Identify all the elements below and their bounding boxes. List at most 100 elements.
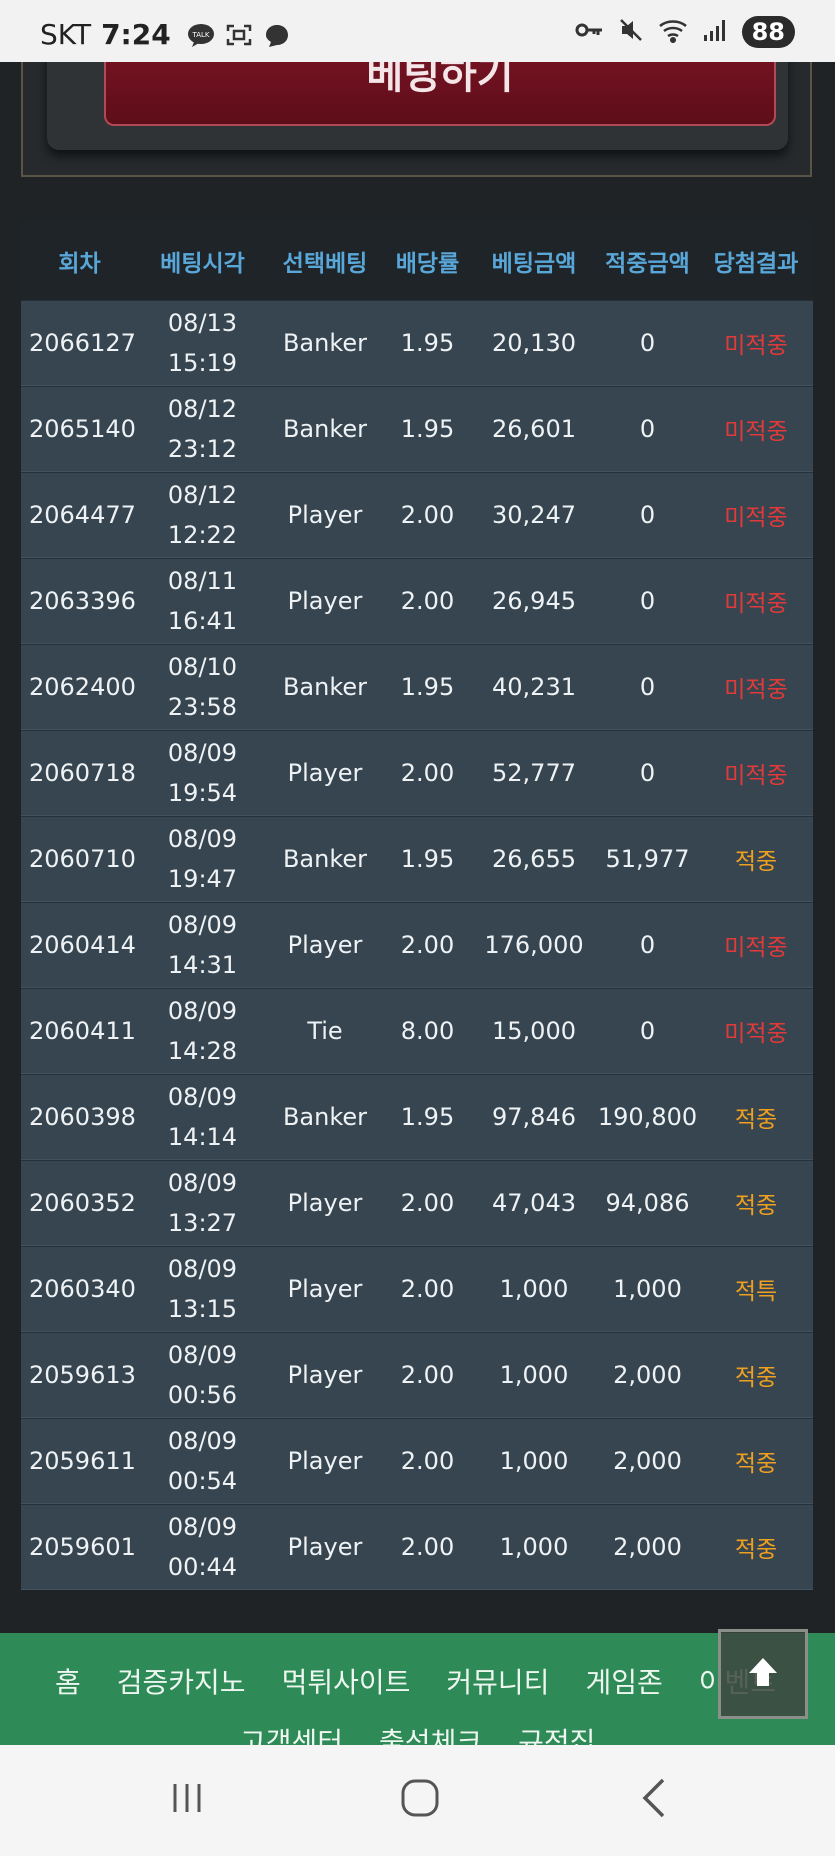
nav-link-customer-center[interactable]: 고객센터 (240, 1721, 343, 1745)
cell-odds: 2.00 (400, 1447, 455, 1475)
cell-result: 적중 (734, 1365, 778, 1391)
cell-bet-amount: 52,777 (492, 759, 576, 787)
bet-date: 08/09 (167, 1341, 238, 1369)
cell-choice: Player (287, 1361, 363, 1389)
cell-round: 2060710 (29, 845, 136, 873)
cell-bet-time: 08/09 19:47 (138, 819, 267, 899)
cell-payout: 0 (639, 931, 656, 959)
nav-link-community[interactable]: 커뮤니티 (446, 1661, 549, 1701)
table-row: 2060710 08/09 19:47 Banker 1.95 26,655 51,977 적… (21, 816, 813, 902)
cell-bet-time: 08/09 14:31 (138, 905, 267, 985)
cell-bet-time: 08/09 13:15 (138, 1249, 267, 1329)
svg-text:TALK: TALK (191, 31, 209, 39)
table-row: 2060352 08/09 13:27 Player 2.00 47,043 94,086 적… (21, 1160, 813, 1246)
cell-result: 미적중 (724, 591, 788, 617)
cell-round: 2059601 (29, 1533, 136, 1561)
scroll-to-top-button[interactable] (718, 1629, 808, 1719)
cell-choice: Player (287, 759, 363, 787)
cell-result: 미적중 (724, 935, 788, 961)
bet-date: 08/09 (167, 911, 238, 939)
header-choice: 선택베팅 (282, 251, 368, 277)
header-bet-time: 베팅시각 (160, 251, 245, 277)
back-button[interactable] (625, 1775, 685, 1825)
cell-choice: Player (287, 1447, 363, 1475)
nav-link-home[interactable]: 홈 (55, 1661, 81, 1701)
bet-date: 08/09 (167, 739, 238, 767)
cell-result: 미적중 (724, 763, 788, 789)
cell-choice: Player (287, 587, 363, 615)
bet-date: 08/09 (167, 1169, 238, 1197)
nav-link-rules[interactable]: 규정집 (518, 1721, 595, 1745)
cell-odds: 1.95 (400, 1103, 455, 1131)
talk-icon: TALK (187, 22, 215, 48)
nav-link-attendance[interactable]: 출석체크 (379, 1721, 482, 1745)
cell-result: 적특 (734, 1279, 778, 1305)
footer-nav-row2: 고객센터 출석체크 규정집 (240, 1721, 595, 1745)
header-round: 회차 (58, 251, 101, 277)
cell-round: 2060340 (29, 1275, 136, 1303)
cell-bet-time: 08/13 15:19 (138, 303, 267, 383)
bet-clock-time: 15:19 (167, 349, 238, 377)
cell-payout: 2,000 (613, 1447, 682, 1475)
cell-round: 2060352 (29, 1189, 136, 1217)
cell-round: 2060718 (29, 759, 136, 787)
bet-date: 08/12 (167, 481, 238, 509)
cell-result: 적중 (734, 1107, 778, 1133)
cell-round: 2059613 (29, 1361, 136, 1389)
cell-bet-amount: 30,247 (492, 501, 576, 529)
cell-payout: 2,000 (613, 1533, 682, 1561)
nav-link-verified-casino[interactable]: 검증카지노 (117, 1661, 246, 1701)
cell-odds: 2.00 (400, 759, 455, 787)
table-row: 2060340 08/09 13:15 Player 2.00 1,000 1,000 적특 (21, 1246, 813, 1332)
cell-bet-time: 08/09 19:54 (138, 733, 267, 813)
cell-payout: 190,800 (597, 1103, 698, 1131)
cell-choice: Player (287, 501, 363, 529)
cell-bet-time: 08/09 00:44 (138, 1507, 267, 1587)
cell-result: 미적중 (724, 677, 788, 703)
bet-date: 08/09 (167, 1255, 238, 1283)
cell-bet-amount: 176,000 (484, 931, 584, 959)
table-row: 2062400 08/10 23:58 Banker 1.95 40,231 0 미적중 (21, 644, 813, 730)
cell-payout: 1,000 (613, 1275, 682, 1303)
table-header: 회차 베팅시각 선택베팅 배당률 베팅금액 적중금액 당첨결과 (21, 222, 813, 300)
home-icon (398, 1776, 442, 1824)
recent-apps-button[interactable] (157, 1775, 217, 1825)
cell-bet-time: 08/09 14:28 (138, 991, 267, 1071)
battery-indicator: 88 (741, 16, 795, 48)
cell-choice: Tie (307, 1017, 343, 1045)
screenshot-icon (225, 22, 253, 48)
cell-odds: 2.00 (400, 1533, 455, 1561)
cell-result: 미적중 (724, 333, 788, 359)
bet-date: 08/12 (167, 395, 238, 423)
cell-round: 2066127 (29, 329, 136, 357)
nav-link-game-zone[interactable]: 게임존 (585, 1661, 662, 1701)
cell-bet-amount: 15,000 (492, 1017, 576, 1045)
bet-clock-time: 00:44 (167, 1553, 238, 1581)
cell-round: 2062400 (29, 673, 136, 701)
nav-link-scam-sites[interactable]: 먹튀사이트 (282, 1661, 411, 1701)
cell-round: 2059611 (29, 1447, 136, 1475)
bet-clock-time: 14:14 (167, 1123, 238, 1151)
cell-payout: 0 (639, 1017, 656, 1045)
signal-icon (702, 18, 728, 46)
cell-odds: 2.00 (400, 501, 455, 529)
bet-clock-time: 19:54 (167, 779, 238, 807)
status-left: SKT 7:24 TALK (40, 18, 291, 51)
cell-bet-amount: 26,945 (492, 587, 576, 615)
table-row: 2059611 08/09 00:54 Player 2.00 1,000 2,000 적중 (21, 1418, 813, 1504)
cell-result: 적중 (734, 849, 778, 875)
home-button[interactable] (390, 1775, 450, 1825)
bet-clock-time: 19:47 (167, 865, 238, 893)
cell-odds: 8.00 (400, 1017, 455, 1045)
cell-result: 적중 (734, 1451, 778, 1477)
cell-payout: 0 (639, 415, 656, 443)
cell-bet-amount: 1,000 (499, 1533, 569, 1561)
cell-odds: 1.95 (400, 673, 455, 701)
back-icon (637, 1776, 673, 1824)
bet-clock-time: 23:58 (167, 693, 238, 721)
cell-round: 2060411 (29, 1017, 136, 1045)
cell-choice: Banker (282, 673, 368, 701)
cell-round: 2060398 (29, 1103, 136, 1131)
cell-bet-amount: 1,000 (499, 1361, 569, 1389)
cell-choice: Player (287, 1533, 363, 1561)
